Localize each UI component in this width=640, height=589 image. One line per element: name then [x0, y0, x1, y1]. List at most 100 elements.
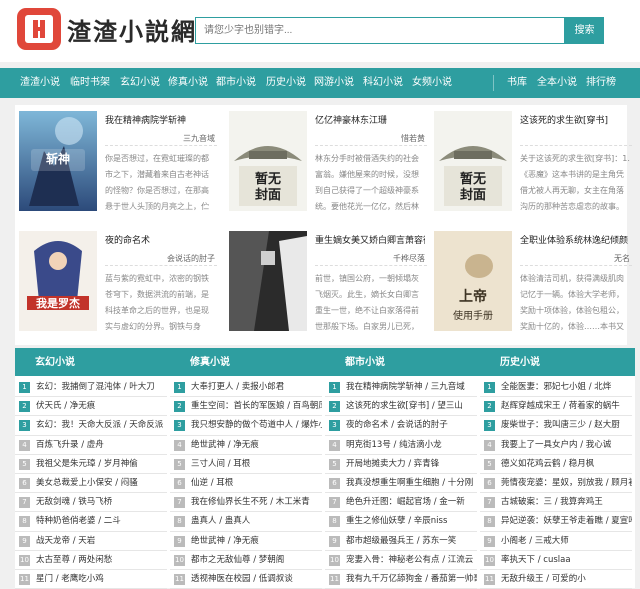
nav-item-home[interactable]: 渣渣小说: [20, 68, 60, 98]
list-item-label[interactable]: 蛊真人 / 蛊真人: [191, 512, 250, 530]
list-item-label[interactable]: 仙逆 / 耳根: [191, 474, 233, 492]
book-author[interactable]: 千桦尽落: [393, 253, 425, 264]
search-button[interactable]: 搜索: [565, 17, 604, 44]
list-item-label[interactable]: 夜的命名术 / 会说话的肘子: [346, 416, 448, 434]
list-item-label[interactable]: 大奉打更人 / 卖报小郎君: [191, 378, 284, 396]
list-item-label[interactable]: 明克街13号 / 纯洁滴小龙: [346, 436, 442, 454]
list-item-label[interactable]: 无敌升级王 / 可爱的小: [501, 570, 586, 588]
nav-item-lishi[interactable]: 历史小说: [266, 68, 306, 98]
list-item-label[interactable]: 都市超级最强兵王 / 苏东一笑: [346, 532, 456, 550]
list-item[interactable]: 10 太古至尊 / 两处闲愁: [15, 551, 167, 570]
featured-book[interactable]: 重生嫡女美又娇白卿言萧容衍 千桦尽落 前世，镇国公府，一朝倾塌灰飞烟灭。此生，嫡…: [225, 225, 427, 343]
list-item-label[interactable]: 古城破案：三 / 我算奔鸡王: [501, 493, 603, 511]
list-item-label[interactable]: 开局地摊卖大力 / 弈青锋: [346, 455, 439, 473]
nav-item-bookshelf[interactable]: 临时书架: [70, 68, 110, 98]
list-item[interactable]: 9 小阁老 / 三戒大师: [480, 532, 632, 551]
list-item[interactable]: 2 重生空间：首长的军医娘 / 百鸟朝凤: [170, 397, 322, 417]
nav-item-nvpin[interactable]: 女频小说: [412, 68, 452, 98]
book-cover[interactable]: [229, 231, 307, 331]
list-title-lishi[interactable]: 历史小说: [500, 350, 540, 376]
list-item-label[interactable]: 战天龙帝 / 天岩: [36, 532, 95, 550]
list-item-label[interactable]: 伏天氏 / 净无痕: [36, 397, 95, 415]
site-name[interactable]: 渣渣小説網: [67, 12, 197, 47]
book-title[interactable]: 夜的命名术: [105, 233, 215, 246]
list-item-label[interactable]: 莞情夜宠婆：星奴，别放我 / 顾月初孔: [501, 474, 632, 492]
list-item[interactable]: 6 莞情夜宠婆：星奴，别放我 / 顾月初孔: [480, 474, 632, 494]
book-author[interactable]: 三九音域: [183, 133, 215, 144]
list-item-label[interactable]: 我在修仙界长生不死 / 木工米青: [191, 493, 310, 511]
list-item-label[interactable]: 星门 / 老鹰吃小鸡: [36, 570, 104, 588]
list-item[interactable]: 10 都市之无敌仙尊 / 梦朝阁: [170, 551, 322, 570]
list-item[interactable]: 2 赵辉穿越成宋王 / 荷着家的蜗牛: [480, 397, 632, 417]
list-item-label[interactable]: 赵辉穿越成宋王 / 荷着家的蜗牛: [501, 397, 620, 415]
list-item[interactable]: 4 百炼飞升录 / 虚舟: [15, 436, 167, 455]
list-item[interactable]: 2 伏天氏 / 净无痕: [15, 397, 167, 417]
list-item[interactable]: 6 仙逆 / 耳根: [170, 474, 322, 494]
list-item-label[interactable]: 玄幻：我！天命大反派 / 天命反派: [36, 416, 163, 434]
nav-item-wangyou[interactable]: 网游小说: [314, 68, 354, 98]
list-item-label[interactable]: 玄幻：我捕倒了混沌体 / 叶大刀: [36, 378, 155, 396]
nav-item-ranking[interactable]: 排行榜: [586, 68, 616, 98]
list-item[interactable]: 4 我要上了一具女户内 / 我心诚: [480, 436, 632, 455]
list-item-label[interactable]: 我有九千万亿舔狗金 / 番茄第一帅哥: [346, 570, 477, 588]
list-item-label[interactable]: 百炼飞升录 / 虚舟: [36, 436, 104, 454]
list-item[interactable]: 7 我在修仙界长生不死 / 木工米青: [170, 493, 322, 513]
list-item-label[interactable]: 绝世武神 / 净无痕: [191, 436, 259, 454]
list-item[interactable]: 9 都市超级最强兵王 / 苏东一笑: [325, 532, 477, 551]
list-item-label[interactable]: 我只想安静的做个苟道中人 / 爆炸小: [191, 416, 322, 434]
list-item[interactable]: 8 重生之修仙妖孽 / 辛辰niss: [325, 512, 477, 532]
search-input[interactable]: [195, 17, 565, 44]
list-title-xuanhuan[interactable]: 玄幻小说: [35, 350, 75, 376]
list-item[interactable]: 5 我祖父是朱元璋 / 岁月神偷: [15, 455, 167, 474]
list-item-label[interactable]: 我在精神病院学斩神 / 三九音域: [346, 378, 465, 396]
list-item-label[interactable]: 透视神医在校园 / 低调叔谈: [191, 570, 293, 588]
list-item[interactable]: 11 无敌升级王 / 可爱的小: [480, 570, 632, 589]
list-item[interactable]: 3 玄幻：我！天命大反派 / 天命反派: [15, 416, 167, 436]
featured-book[interactable]: 上帝 使用手册 全职业体验系统林逸纪倾颜 无名 体验清洁司机，获得满级肌肉记忆于…: [430, 225, 632, 343]
list-item[interactable]: 4 绝世武神 / 净无痕: [170, 436, 322, 455]
list-item-label[interactable]: 我祖父是朱元璋 / 岁月神偷: [36, 455, 138, 473]
list-item[interactable]: 10 宠妻入骨：神秘老公有点 / 江流云: [325, 551, 477, 570]
list-item[interactable]: 8 特种奶爸俏老婆 / 二斗: [15, 512, 167, 532]
book-cover-placeholder[interactable]: 暂无 封面: [434, 111, 512, 211]
list-item[interactable]: 1 玄幻：我捕倒了混沌体 / 叶大刀: [15, 378, 167, 398]
list-item-label[interactable]: 重生空间：首长的军医娘 / 百鸟朝凤: [191, 397, 322, 415]
list-item-label[interactable]: 废柴世子：我叫唐三少 / 赵大厨: [501, 416, 620, 434]
list-item[interactable]: 5 德义如花鸡云鹤 / 稳月枫: [480, 455, 632, 474]
book-title[interactable]: 我在精神病院学斩神: [105, 113, 215, 126]
list-item-label[interactable]: 率执天下 / cuslaa: [501, 551, 571, 569]
list-item[interactable]: 8 蛊真人 / 蛊真人: [170, 512, 322, 532]
book-cover[interactable]: 我是罗杰: [19, 231, 97, 331]
featured-book[interactable]: 斩神 我在精神病院学斩神 三九音域 你是否想过，在霓虹璀璨的都市之下，潜藏着来自…: [15, 105, 217, 223]
list-item-label[interactable]: 这该死的求生欲[穿书] / 望三山: [346, 397, 463, 415]
book-author[interactable]: 无名: [614, 253, 630, 264]
list-item-label[interactable]: 美女总裁爱上小保安 / 闷骚: [36, 474, 138, 492]
list-item[interactable]: 8 异妃逆袭：妖孽王爷走着瞧 / 夏宣叶: [480, 512, 632, 532]
list-title-dushi[interactable]: 都市小说: [345, 350, 385, 376]
list-item[interactable]: 7 无敌剑魂 / 铁马飞桥: [15, 493, 167, 513]
list-item-label[interactable]: 太古至尊 / 两处闲愁: [36, 551, 112, 569]
book-author[interactable]: 惜若黄: [401, 133, 425, 144]
nav-item-completed[interactable]: 全本小说: [537, 68, 577, 98]
list-item[interactable]: 11 我有九千万亿舔狗金 / 番茄第一帅哥: [325, 570, 477, 589]
nav-item-dushi[interactable]: 都市小说: [216, 68, 256, 98]
list-item[interactable]: 6 美女总裁爱上小保安 / 闷骚: [15, 474, 167, 494]
list-item[interactable]: 11 透视神医在校园 / 低调叔谈: [170, 570, 322, 589]
list-item[interactable]: 1 我在精神病院学斩神 / 三九音域: [325, 378, 477, 398]
featured-book[interactable]: 暂无 封面 这该死的求生欲[穿书] 关于这该死的求生欲[穿书]：1.《恶魔》这本…: [430, 105, 632, 223]
list-item[interactable]: 3 我只想安静的做个苟道中人 / 爆炸小: [170, 416, 322, 436]
nav-item-xiuzhen[interactable]: 修真小说: [168, 68, 208, 98]
book-title[interactable]: 亿亿神豪林东江珊: [315, 113, 425, 126]
list-item-label[interactable]: 全能医妻：邪妃七小姐 / 北烨: [501, 378, 611, 396]
list-item[interactable]: 7 古城破案：三 / 我算奔鸡王: [480, 493, 632, 513]
list-item-label[interactable]: 我要上了一具女户内 / 我心诚: [501, 436, 611, 454]
book-title[interactable]: 这该死的求生欲[穿书]: [520, 113, 630, 126]
list-item-label[interactable]: 异妃逆袭：妖孽王爷走着瞧 / 夏宣叶: [501, 512, 632, 530]
list-item-label[interactable]: 小阁老 / 三戒大师: [501, 532, 569, 550]
list-item[interactable]: 1 大奉打更人 / 卖报小郎君: [170, 378, 322, 398]
list-item[interactable]: 6 我真没想重生啊重生细胞 / 十分刚: [325, 474, 477, 494]
list-item-label[interactable]: 重生之修仙妖孽 / 辛辰niss: [346, 512, 447, 530]
list-item[interactable]: 7 绝色升迁图：崛起官场 / 金一新: [325, 493, 477, 513]
book-author[interactable]: 会说话的肘子: [167, 253, 215, 264]
list-item[interactable]: 4 明克街13号 / 纯洁滴小龙: [325, 436, 477, 455]
